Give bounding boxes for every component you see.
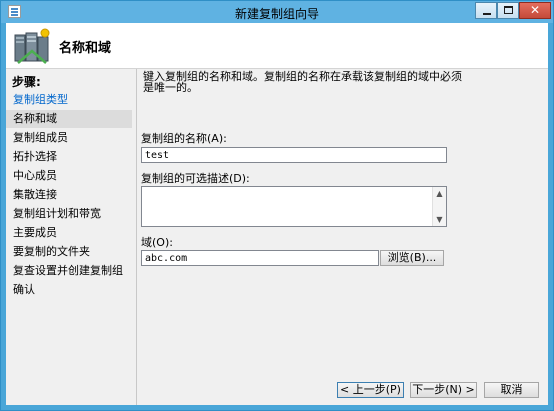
sidebar-item-name-domain: 名称和域	[6, 110, 132, 128]
browse-button[interactable]: 浏览(B)...	[380, 250, 444, 266]
page-title: 名称和域	[59, 41, 112, 56]
back-button[interactable]: < 上一步(P)	[337, 382, 404, 398]
description-scrollbar[interactable]: ▲ ▼	[432, 187, 446, 226]
wizard-header: 名称和域	[6, 23, 548, 69]
sidebar-item-primary-member: 主要成员	[13, 226, 57, 239]
next-button[interactable]: 下一步(N) >	[410, 382, 477, 398]
description-label: 复制组的可选描述(D):	[141, 172, 250, 185]
sidebar-item-folders: 要复制的文件夹	[13, 245, 90, 258]
sidebar-item-topology: 拓扑选择	[13, 150, 57, 163]
maximize-icon	[504, 6, 513, 14]
scroll-up-icon[interactable]: ▲	[433, 187, 446, 200]
minimize-button[interactable]	[475, 2, 497, 19]
maximize-button[interactable]	[497, 2, 519, 19]
group-name-input[interactable]	[141, 147, 447, 163]
description-textarea[interactable]: ▲ ▼	[141, 186, 447, 227]
scroll-down-icon[interactable]: ▼	[433, 213, 446, 226]
wizard-body: 名称和域 步骤: 复制组类型 名称和域 复制组成员 拓扑选择 中心成员 集散连接…	[6, 23, 548, 405]
steps-sidebar: 步骤: 复制组类型 名称和域 复制组成员 拓扑选择 中心成员 集散连接 复制组计…	[6, 69, 134, 405]
cancel-button[interactable]: 取消	[484, 382, 539, 398]
group-name-label: 复制组的名称(A):	[141, 132, 227, 145]
sidebar-item-members: 复制组成员	[13, 131, 68, 144]
window-title: 新建复制组向导	[234, 7, 319, 21]
sidebar-item-confirm: 确认	[13, 283, 35, 296]
wizard-window: 新建复制组向导 ✕ 名称和域 步骤: 复制组类型 名称和域 复制组成员 拓扑选择…	[0, 0, 554, 411]
content-panel: 键入复制组的名称和域。复制组的名称在承载该复制组的域中必须是唯一的。 复制组的名…	[136, 69, 548, 405]
sidebar-item-review: 复查设置并创建复制组	[13, 264, 123, 277]
replication-group-wizard-icon	[14, 28, 50, 64]
steps-title: 步骤:	[12, 75, 41, 89]
title-bar[interactable]: 新建复制组向导 ✕	[1, 1, 553, 23]
minimize-icon	[483, 13, 491, 15]
close-icon: ✕	[529, 3, 541, 17]
sidebar-item-replication-type[interactable]: 复制组类型	[6, 91, 132, 109]
close-button[interactable]: ✕	[519, 2, 551, 19]
domain-input[interactable]	[141, 250, 379, 266]
instructions-text: 键入复制组的名称和域。复制组的名称在承载该复制组的域中必须是唯一的。	[143, 70, 462, 94]
sidebar-item-schedule: 复制组计划和带宽	[13, 207, 101, 220]
domain-label: 域(O):	[141, 236, 173, 249]
sidebar-item-hub-members: 中心成员	[13, 169, 57, 182]
sidebar-item-hub-spoke: 集散连接	[13, 188, 57, 201]
